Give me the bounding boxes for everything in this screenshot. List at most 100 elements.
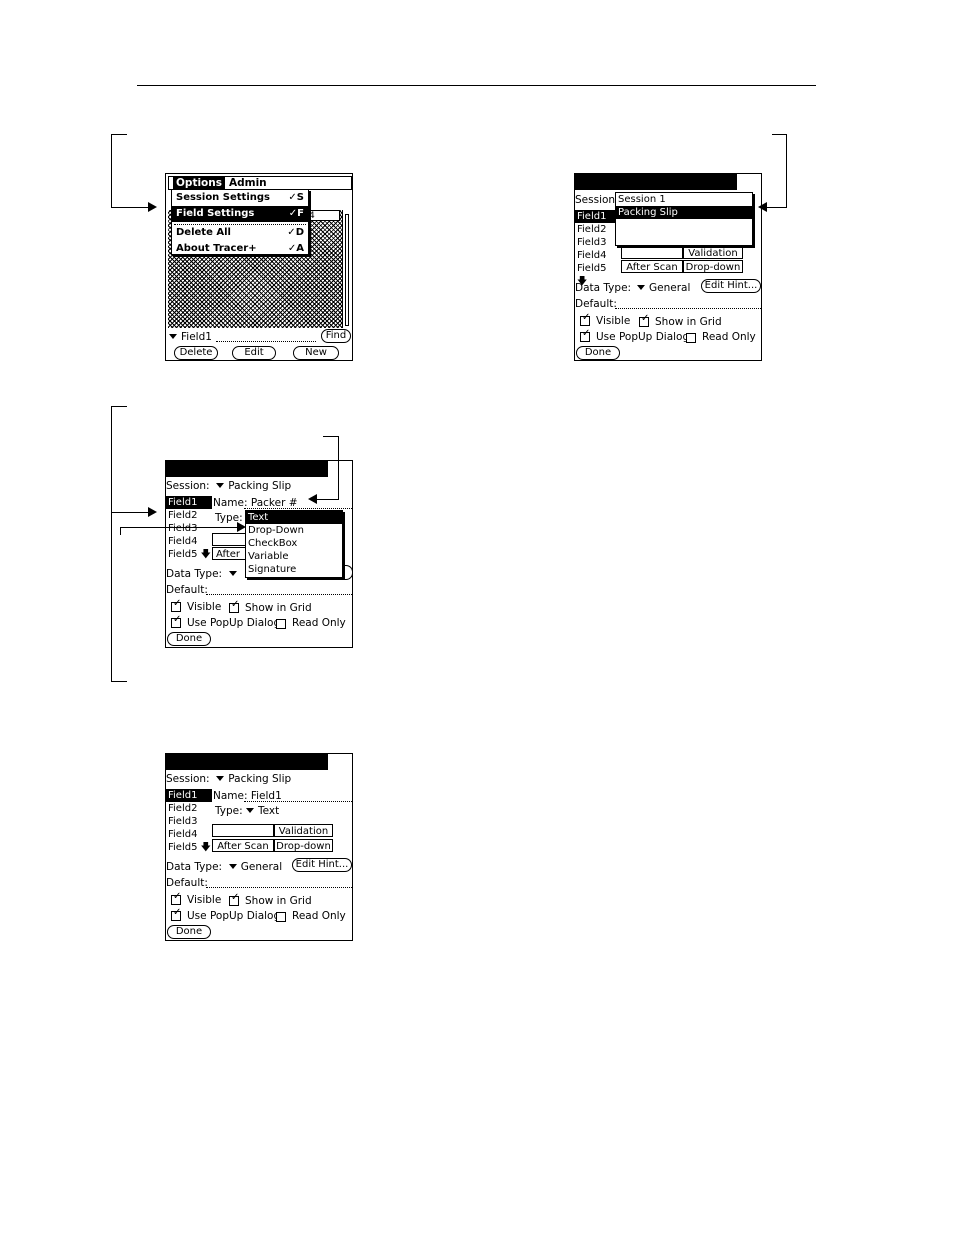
field-list-item[interactable]: Field5 🡇 [166, 548, 212, 561]
type-value[interactable]: Text [258, 805, 279, 817]
callout-line [111, 512, 149, 513]
grid-cell-partial: 4 [306, 210, 340, 221]
checkmark-icon: ✓ [582, 328, 591, 339]
done-button[interactable]: Done [167, 632, 211, 646]
field-list-item[interactable]: Field1 [166, 496, 212, 509]
tab-general[interactable]: General [212, 824, 274, 837]
popup-dialog-checkbox[interactable]: ✓ [580, 328, 591, 342]
tab-after-scan[interactable]: After Scan [621, 260, 683, 273]
data-type-value[interactable]: General [241, 861, 282, 873]
dropdown-arrow-icon [246, 808, 254, 813]
field-list-item[interactable]: Field3 [575, 236, 615, 249]
type-option[interactable]: Drop-Down [246, 524, 342, 537]
find-button[interactable]: Find [321, 329, 351, 343]
field-list-item[interactable]: Field1 [575, 210, 615, 223]
checkmark-icon: ✓ [582, 312, 591, 323]
field-list-item[interactable]: Field5 🡇 [166, 841, 212, 854]
type-option[interactable]: Signature [246, 563, 342, 576]
checkmark-icon: ✓ [173, 891, 182, 902]
callout-line [120, 527, 121, 535]
tab-drop-down[interactable]: Drop-down [274, 839, 333, 852]
checkmark-icon: ✓ [231, 599, 240, 610]
dropdown-arrow-icon[interactable] [228, 571, 237, 576]
session-value[interactable]: Packing Slip [228, 480, 291, 492]
menu-item-field-settings[interactable]: Field Settings ✓F [172, 206, 308, 222]
default-field[interactable] [206, 887, 352, 888]
field-list-item[interactable]: Field5 🡇 [575, 262, 615, 287]
delete-button[interactable]: Delete [174, 346, 218, 360]
visible-checkbox[interactable]: ✓ [580, 312, 591, 326]
edit-hint-button[interactable]: Edit Hint... [292, 858, 352, 872]
session-popup-list[interactable]: Session 1 Packing Slip [615, 192, 753, 246]
edit-hint-button-partial[interactable] [342, 565, 352, 580]
visible-checkbox[interactable]: ✓ [171, 891, 182, 905]
read-only-checkbox[interactable] [276, 912, 286, 922]
field-list-item[interactable]: Field2 [166, 802, 212, 815]
tab-general-partial[interactable]: Gen [212, 533, 248, 546]
dropdown-arrow-icon [169, 334, 177, 339]
done-button[interactable]: Done [576, 346, 620, 360]
popup-dialog-checkbox[interactable]: ✓ [171, 615, 181, 628]
read-only-checkbox[interactable] [686, 333, 696, 343]
session-option-selected[interactable]: Packing Slip [616, 206, 752, 219]
visible-label: Visible [187, 601, 222, 613]
new-button[interactable]: New [293, 346, 339, 360]
menu-item-session-settings[interactable]: Session Settings ✓S [172, 190, 308, 206]
type-popup-list[interactable]: Text Drop-Down CheckBox Variable Signatu… [245, 510, 343, 578]
type-option[interactable]: Variable [246, 550, 342, 563]
show-in-grid-checkbox[interactable]: ✓ [229, 599, 240, 613]
field-list-item[interactable]: Field1 [166, 789, 212, 802]
tab-after-scan-partial[interactable]: After [212, 547, 248, 560]
show-in-grid-checkbox[interactable]: ✓ [639, 314, 649, 327]
session-label: Session: Packing Slip [166, 773, 292, 785]
edit-hint-button[interactable]: Edit Hint... [701, 279, 761, 293]
menubar: Options Admin [168, 176, 352, 190]
callout-arrow-icon [237, 522, 246, 532]
title-bar [575, 174, 737, 190]
tab-validation[interactable]: Validation [683, 246, 743, 259]
tab-after-scan[interactable]: After Scan [212, 839, 274, 852]
read-only-label: Read Only [702, 331, 756, 343]
dropdown-arrow-icon [216, 483, 225, 488]
tab-drop-down[interactable]: Drop-down [683, 260, 743, 273]
callout-line [111, 681, 127, 682]
menu-item-delete-all[interactable]: Delete All ✓D [172, 225, 308, 241]
field-list-item[interactable]: Field4 [575, 249, 615, 262]
session-value[interactable]: Packing Slip [228, 773, 291, 785]
default-field[interactable] [615, 308, 761, 309]
field-list-item[interactable]: Field2 [166, 509, 212, 522]
scrollbar-thumb[interactable] [345, 214, 349, 326]
done-button[interactable]: Done [167, 925, 211, 939]
field-underline [216, 341, 316, 342]
type-option[interactable]: CheckBox [246, 537, 342, 550]
visible-checkbox[interactable]: ✓ [171, 599, 181, 612]
field-list-item[interactable]: Field3 [166, 522, 212, 535]
menu-item-about[interactable]: About Tracer+ ✓A [172, 241, 308, 257]
popup-dialog-checkbox[interactable]: ✓ [171, 907, 182, 921]
checkmark-icon: ✓ [173, 907, 182, 918]
edit-button[interactable]: Edit [232, 346, 276, 360]
read-only-label: Read Only [292, 617, 346, 629]
field-selector[interactable]: Field1 [169, 331, 212, 343]
arrow-down-icon[interactable]: 🡇 [201, 549, 211, 560]
tab-general[interactable]: General [621, 246, 683, 259]
show-in-grid-checkbox[interactable]: ✓ [229, 893, 239, 906]
shortcut-label: ✓D [287, 227, 304, 238]
type-option-selected[interactable]: Text [246, 511, 342, 524]
menu-admin[interactable]: Admin [229, 177, 267, 189]
tab-validation[interactable]: Validation [274, 824, 333, 837]
read-only-checkbox[interactable] [276, 619, 286, 629]
arrow-down-icon[interactable]: 🡇 [201, 842, 211, 853]
dropdown-arrow-icon [216, 776, 225, 781]
default-field[interactable] [206, 594, 352, 595]
show-in-grid-label: Show in Grid [655, 316, 722, 328]
data-type-selector[interactable]: General [637, 282, 690, 294]
field-list-item[interactable]: Field2 [575, 223, 615, 236]
menu-options[interactable]: Options [173, 177, 225, 189]
session-option[interactable]: Session 1 [616, 193, 752, 206]
scrollbar[interactable] [342, 210, 351, 328]
session-label: Session: [575, 194, 619, 206]
field-list-item[interactable]: Field4 [166, 828, 212, 841]
field-list-item[interactable]: Field3 [166, 815, 212, 828]
field-list-item[interactable]: Field4 [166, 535, 212, 548]
